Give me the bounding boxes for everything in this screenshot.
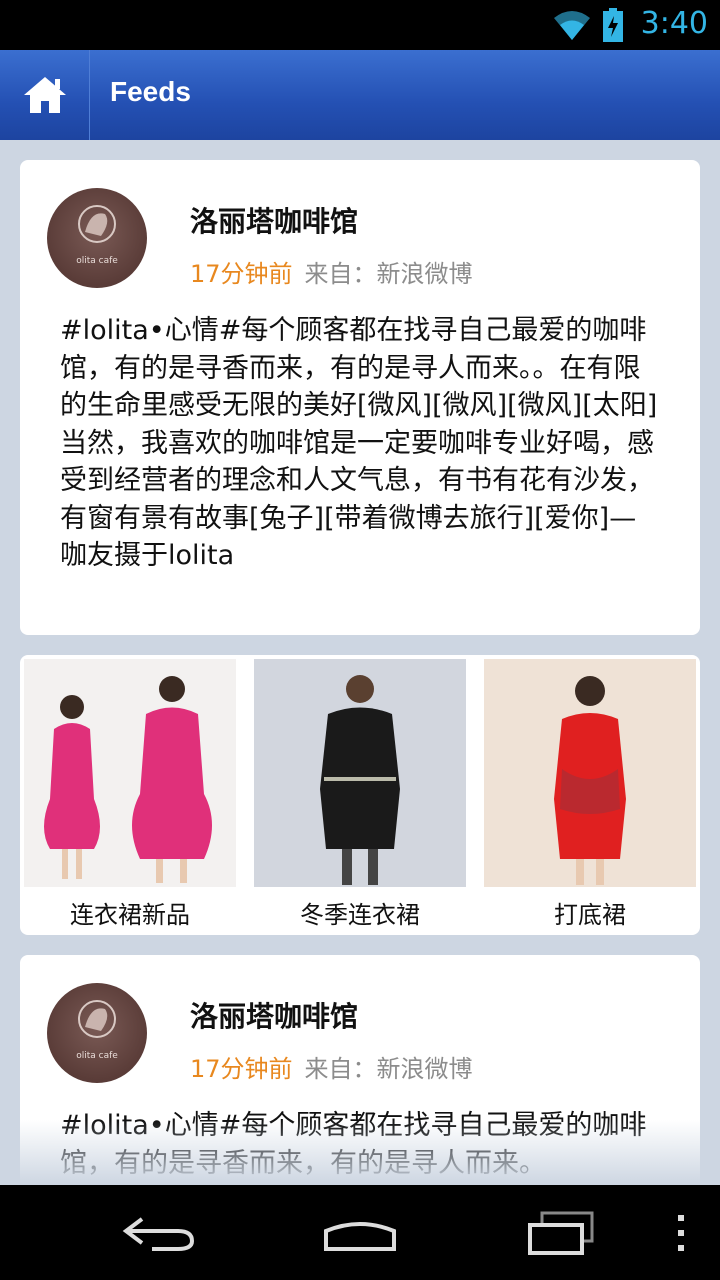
- logo-icon: [78, 205, 116, 243]
- avatar[interactable]: olita cafe: [47, 983, 147, 1083]
- logo-icon: [78, 1000, 116, 1038]
- recent-apps-icon[interactable]: [526, 1209, 596, 1257]
- post-author[interactable]: 洛丽塔咖啡馆: [190, 995, 358, 1035]
- scroll-fade: [0, 1120, 720, 1185]
- post-meta: 17分钟前 来自：新浪微博: [190, 1049, 473, 1084]
- feed-card[interactable]: olita cafe 洛丽塔咖啡馆 17分钟前来自：新浪微博 #lolita•心…: [20, 160, 700, 635]
- post-source: 来自：新浪微博: [304, 260, 473, 288]
- post-source: 来自：新浪微博: [304, 1055, 473, 1083]
- app-bar: Feeds: [0, 50, 720, 140]
- home-icon: [24, 77, 66, 113]
- avatar-logo-text: olita cafe: [76, 1051, 118, 1061]
- post-time: 17分钟前: [190, 1055, 293, 1083]
- product-image[interactable]: [254, 659, 466, 887]
- gallery-item[interactable]: 冬季连衣裙: [254, 659, 466, 930]
- gallery-item[interactable]: 打底裙: [484, 659, 696, 930]
- clock: 3:40: [640, 6, 708, 41]
- home-nav-icon[interactable]: [322, 1213, 398, 1253]
- post-time: 17分钟前: [190, 260, 293, 288]
- product-image[interactable]: [24, 659, 236, 887]
- navigation-bar: [0, 1185, 720, 1280]
- gallery-item[interactable]: 连衣裙新品: [24, 659, 236, 930]
- avatar[interactable]: olita cafe: [47, 188, 147, 288]
- gallery-label: 打底裙: [554, 901, 626, 929]
- wifi-icon: [554, 11, 590, 40]
- menu-icon[interactable]: [676, 1213, 686, 1253]
- product-gallery: 连衣裙新品 冬季连衣裙 打底裙: [20, 655, 700, 935]
- feed-list[interactable]: olita cafe 洛丽塔咖啡馆 17分钟前 来自：新浪微博 #lolita•心…: [0, 140, 720, 1185]
- product-image[interactable]: [484, 659, 696, 887]
- page-title: Feeds: [110, 76, 191, 107]
- home-button[interactable]: [0, 50, 90, 140]
- battery-icon: [603, 8, 623, 42]
- post-meta: 17分钟前 来自：新浪微博: [190, 254, 473, 289]
- gallery-label: 冬季连衣裙: [300, 901, 420, 929]
- post-body: #lolita•心情#每个顾客都在找寻自己最爱的咖啡馆，有的是寻香而来，有的是寻…: [60, 315, 658, 571]
- avatar-logo-text: olita cafe: [76, 256, 118, 266]
- gallery-label: 连衣裙新品: [70, 901, 190, 929]
- back-icon[interactable]: [122, 1213, 196, 1253]
- post-author[interactable]: 洛丽塔咖啡馆: [190, 200, 358, 240]
- status-bar: 3:40: [0, 0, 720, 50]
